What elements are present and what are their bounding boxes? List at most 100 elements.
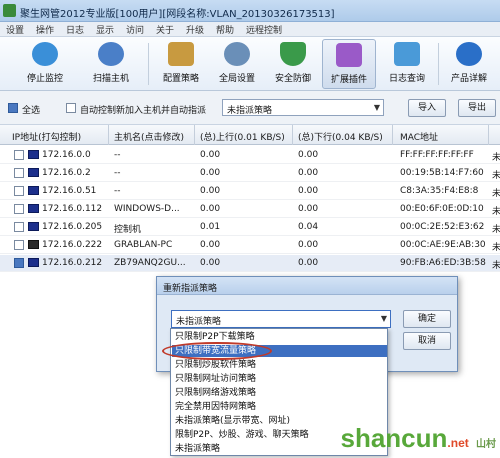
app-icon [3,4,16,17]
table-row[interactable]: 172.16.0.0 -- 0.00 0.00 FF:FF:FF:FF:FF:F… [0,147,500,164]
scan-host-icon [98,42,124,66]
row-extra: 未 [492,189,500,199]
row-ip: 172.16.0.112 [42,204,103,214]
chevron-down-icon: ▼ [373,103,380,112]
menu-access[interactable]: 访问 [126,23,144,36]
row-extra: 未 [492,225,500,235]
scan-host-button[interactable]: 扫描主机 [82,39,140,89]
row-mac: FF:FF:FF:FF:FF:FF [400,150,474,160]
config-policy-icon [168,42,194,66]
table-row[interactable]: 172.16.0.112 WINDOWS-D... 0.00 0.00 00:E… [0,201,500,218]
row-ip: 172.16.0.222 [42,240,103,250]
column-mac[interactable]: MAC地址 [400,130,438,143]
select-all-label: 全选 [22,106,41,116]
row-checkbox[interactable] [14,186,24,196]
toolbar-separator [148,43,149,85]
stop-monitor-button[interactable]: 停止监控 [16,39,74,89]
row-host[interactable]: -- [114,186,121,196]
computer-icon [28,240,39,249]
cancel-button[interactable]: 取消 [403,332,451,350]
ok-button[interactable]: 确定 [403,310,451,328]
policy-select[interactable]: 未指派策略 ▼ [222,99,384,116]
watermark-suffix: .net [447,436,469,450]
menu-remote-control[interactable]: 远程控制 [246,23,282,36]
row-download: 0.00 [298,186,319,196]
row-checkbox[interactable] [14,258,24,268]
row-checkbox[interactable] [14,222,24,232]
menu-log[interactable]: 日志 [66,23,84,36]
row-mac: 90:FB:A6:ED:3B:58 [400,258,486,268]
row-upload: 0.00 [200,240,221,250]
log-query-button[interactable]: 日志查询 [380,39,434,89]
row-host[interactable]: WINDOWS-D... [114,204,180,214]
toolbar: 停止监控 扫描主机 配置策略 全局设置 安全防御 扩展插件 日志查询 产品详解 [0,37,500,91]
dropdown-option[interactable]: 只限制P2P下载策略 [172,331,387,343]
menu-about[interactable]: 关于 [156,23,174,36]
global-settings-icon [224,42,250,66]
computer-icon [28,186,39,195]
auto-control-label: 自动控制新加入主机并自动指派 [80,106,207,116]
column-download[interactable]: (总)下行(0.04 KB/S) [298,130,383,143]
highlight-annotation [162,342,272,360]
column-ip[interactable]: IP地址(打勾控制) [12,130,81,143]
import-button[interactable]: 导入 [408,99,446,117]
row-host[interactable]: ZB79ANQ2GU... [114,258,186,268]
row-extra: 未 [492,261,500,271]
config-policy-button[interactable]: 配置策略 [152,39,210,89]
dropdown-option[interactable]: 只限制炒股软件策略 [172,359,387,371]
log-query-icon [394,42,420,66]
row-mac: 00:0C:AE:9E:AB:30 [400,240,486,250]
auto-control-checkbox[interactable] [66,103,76,113]
menu-operation[interactable]: 操作 [36,23,54,36]
dialog-policy-value: 未指派策略 [176,317,222,327]
security-defense-button[interactable]: 安全防御 [266,39,320,89]
row-ip: 172.16.0.205 [42,222,103,232]
table-row[interactable]: 172.16.0.2 -- 0.00 0.00 00:19:5B:14:F7:6… [0,165,500,182]
row-upload: 0.00 [200,150,221,160]
computer-icon [28,204,39,213]
table-row[interactable]: 172.16.0.205 控制机 0.01 0.04 00:0C:2E:52:E… [0,219,500,236]
row-download: 0.00 [298,204,319,214]
row-host[interactable]: -- [114,150,121,160]
row-host[interactable]: 控制机 [114,222,141,235]
row-host[interactable]: -- [114,168,121,178]
product-info-icon [456,42,482,66]
column-upload[interactable]: (总)上行(0.01 KB/S) [200,130,285,143]
row-checkbox[interactable] [14,168,24,178]
row-mac: 00:19:5B:14:F7:60 [400,168,484,178]
dropdown-option[interactable]: 只限制网络游戏策略 [172,387,387,399]
row-upload: 0.01 [200,222,221,232]
menu-help[interactable]: 帮助 [216,23,234,36]
row-extra: 未 [492,171,500,181]
select-all-checkbox[interactable] [8,103,18,113]
watermark-sub: 山村 [476,439,496,450]
menu-bar: 设置 操作 日志 显示 访问 关于 升级 帮助 远程控制 [0,22,500,37]
row-mac: 00:E0:6F:0E:0D:10 [400,204,484,214]
plugin-button[interactable]: 扩展插件 [322,39,376,89]
product-info-button[interactable]: 产品详解 [442,39,496,89]
row-checkbox[interactable] [14,240,24,250]
row-upload: 0.00 [200,186,221,196]
table-row[interactable]: 172.16.0.51 -- 0.00 0.00 C8:3A:35:F4:E8:… [0,183,500,200]
policy-select-value: 未指派策略 [227,106,273,116]
column-hostname[interactable]: 主机名(点击修改) [114,130,184,143]
menu-settings[interactable]: 设置 [6,23,24,36]
global-settings-button[interactable]: 全局设置 [210,39,264,89]
toolbar-separator [438,43,439,85]
row-checkbox[interactable] [14,150,24,160]
menu-upgrade[interactable]: 升级 [186,23,204,36]
filter-bar: 全选 自动控制新加入主机并自动指派 未指派策略 ▼ 导入 导出 [0,91,500,125]
dialog-policy-select[interactable]: 未指派策略 ▼ [171,310,391,328]
export-button[interactable]: 导出 [458,99,496,117]
window-title: 聚生网管2012专业版[100用户][网段名称:VLAN_20130326173… [20,9,335,20]
row-upload: 0.00 [200,204,221,214]
security-shield-icon [280,42,306,66]
table-row[interactable]: 172.16.0.222 GRABLAN-PC 0.00 0.00 00:0C:… [0,237,500,254]
stop-monitor-icon [32,42,58,66]
dropdown-option[interactable]: 完全禁用因特网策略 [172,401,387,413]
menu-display[interactable]: 显示 [96,23,114,36]
table-row[interactable]: 172.16.0.212 ZB79ANQ2GU... 0.00 0.00 90:… [0,255,500,272]
row-host[interactable]: GRABLAN-PC [114,240,172,250]
row-checkbox[interactable] [14,204,24,214]
dropdown-option[interactable]: 只限制网址访问策略 [172,373,387,385]
